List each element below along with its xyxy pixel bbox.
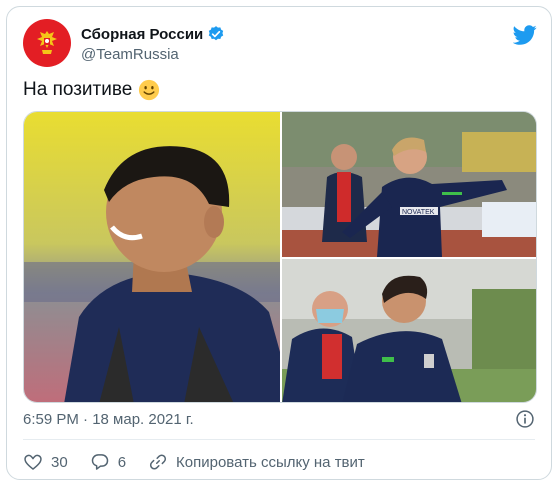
photo-2[interactable]: NOVATEK (282, 112, 536, 257)
tweet-timestamp[interactable]: 6:59 PM · 18 мар. 2021 г. (23, 411, 194, 428)
verified-badge-icon (209, 26, 224, 41)
russia-coat-of-arms-icon (37, 31, 57, 54)
like-button[interactable]: 30 (23, 452, 68, 472)
reply-bubble-icon (91, 454, 108, 470)
jersey-sponsor-text: NOVATEK (402, 209, 435, 216)
copy-link-label: Копировать ссылку на твит (176, 453, 365, 471)
author-handle[interactable]: @TeamRussia (81, 46, 225, 63)
link-icon (149, 454, 167, 470)
tweet-card[interactable]: Сборная России @TeamRussia На позитиве N… (6, 6, 552, 480)
heart-icon (24, 454, 42, 470)
like-count: 30 (51, 453, 68, 471)
tweet-header: Сборная России @TeamRussia (23, 19, 537, 69)
tweet-actions: 30 6 Копировать ссылку на твит (23, 452, 387, 472)
slightly-smiling-face-icon (139, 79, 160, 101)
avatar[interactable] (23, 19, 71, 67)
info-icon[interactable] (515, 409, 535, 429)
divider (23, 439, 535, 440)
twitter-bird-icon[interactable] (513, 23, 537, 47)
photo-1[interactable] (24, 112, 280, 402)
media-grid: NOVATEK (23, 111, 537, 403)
author-name-text: Сборная России (81, 25, 204, 43)
copy-link-button[interactable]: Копировать ссылку на твит (148, 452, 365, 472)
tweet-text-content: На позитиве (23, 79, 133, 100)
photo-3[interactable] (282, 259, 536, 402)
author-name[interactable]: Сборная России (81, 25, 225, 43)
reply-button[interactable]: 6 (90, 452, 126, 472)
reply-count: 6 (117, 453, 127, 471)
tweet-text: На позитиве (23, 79, 160, 101)
